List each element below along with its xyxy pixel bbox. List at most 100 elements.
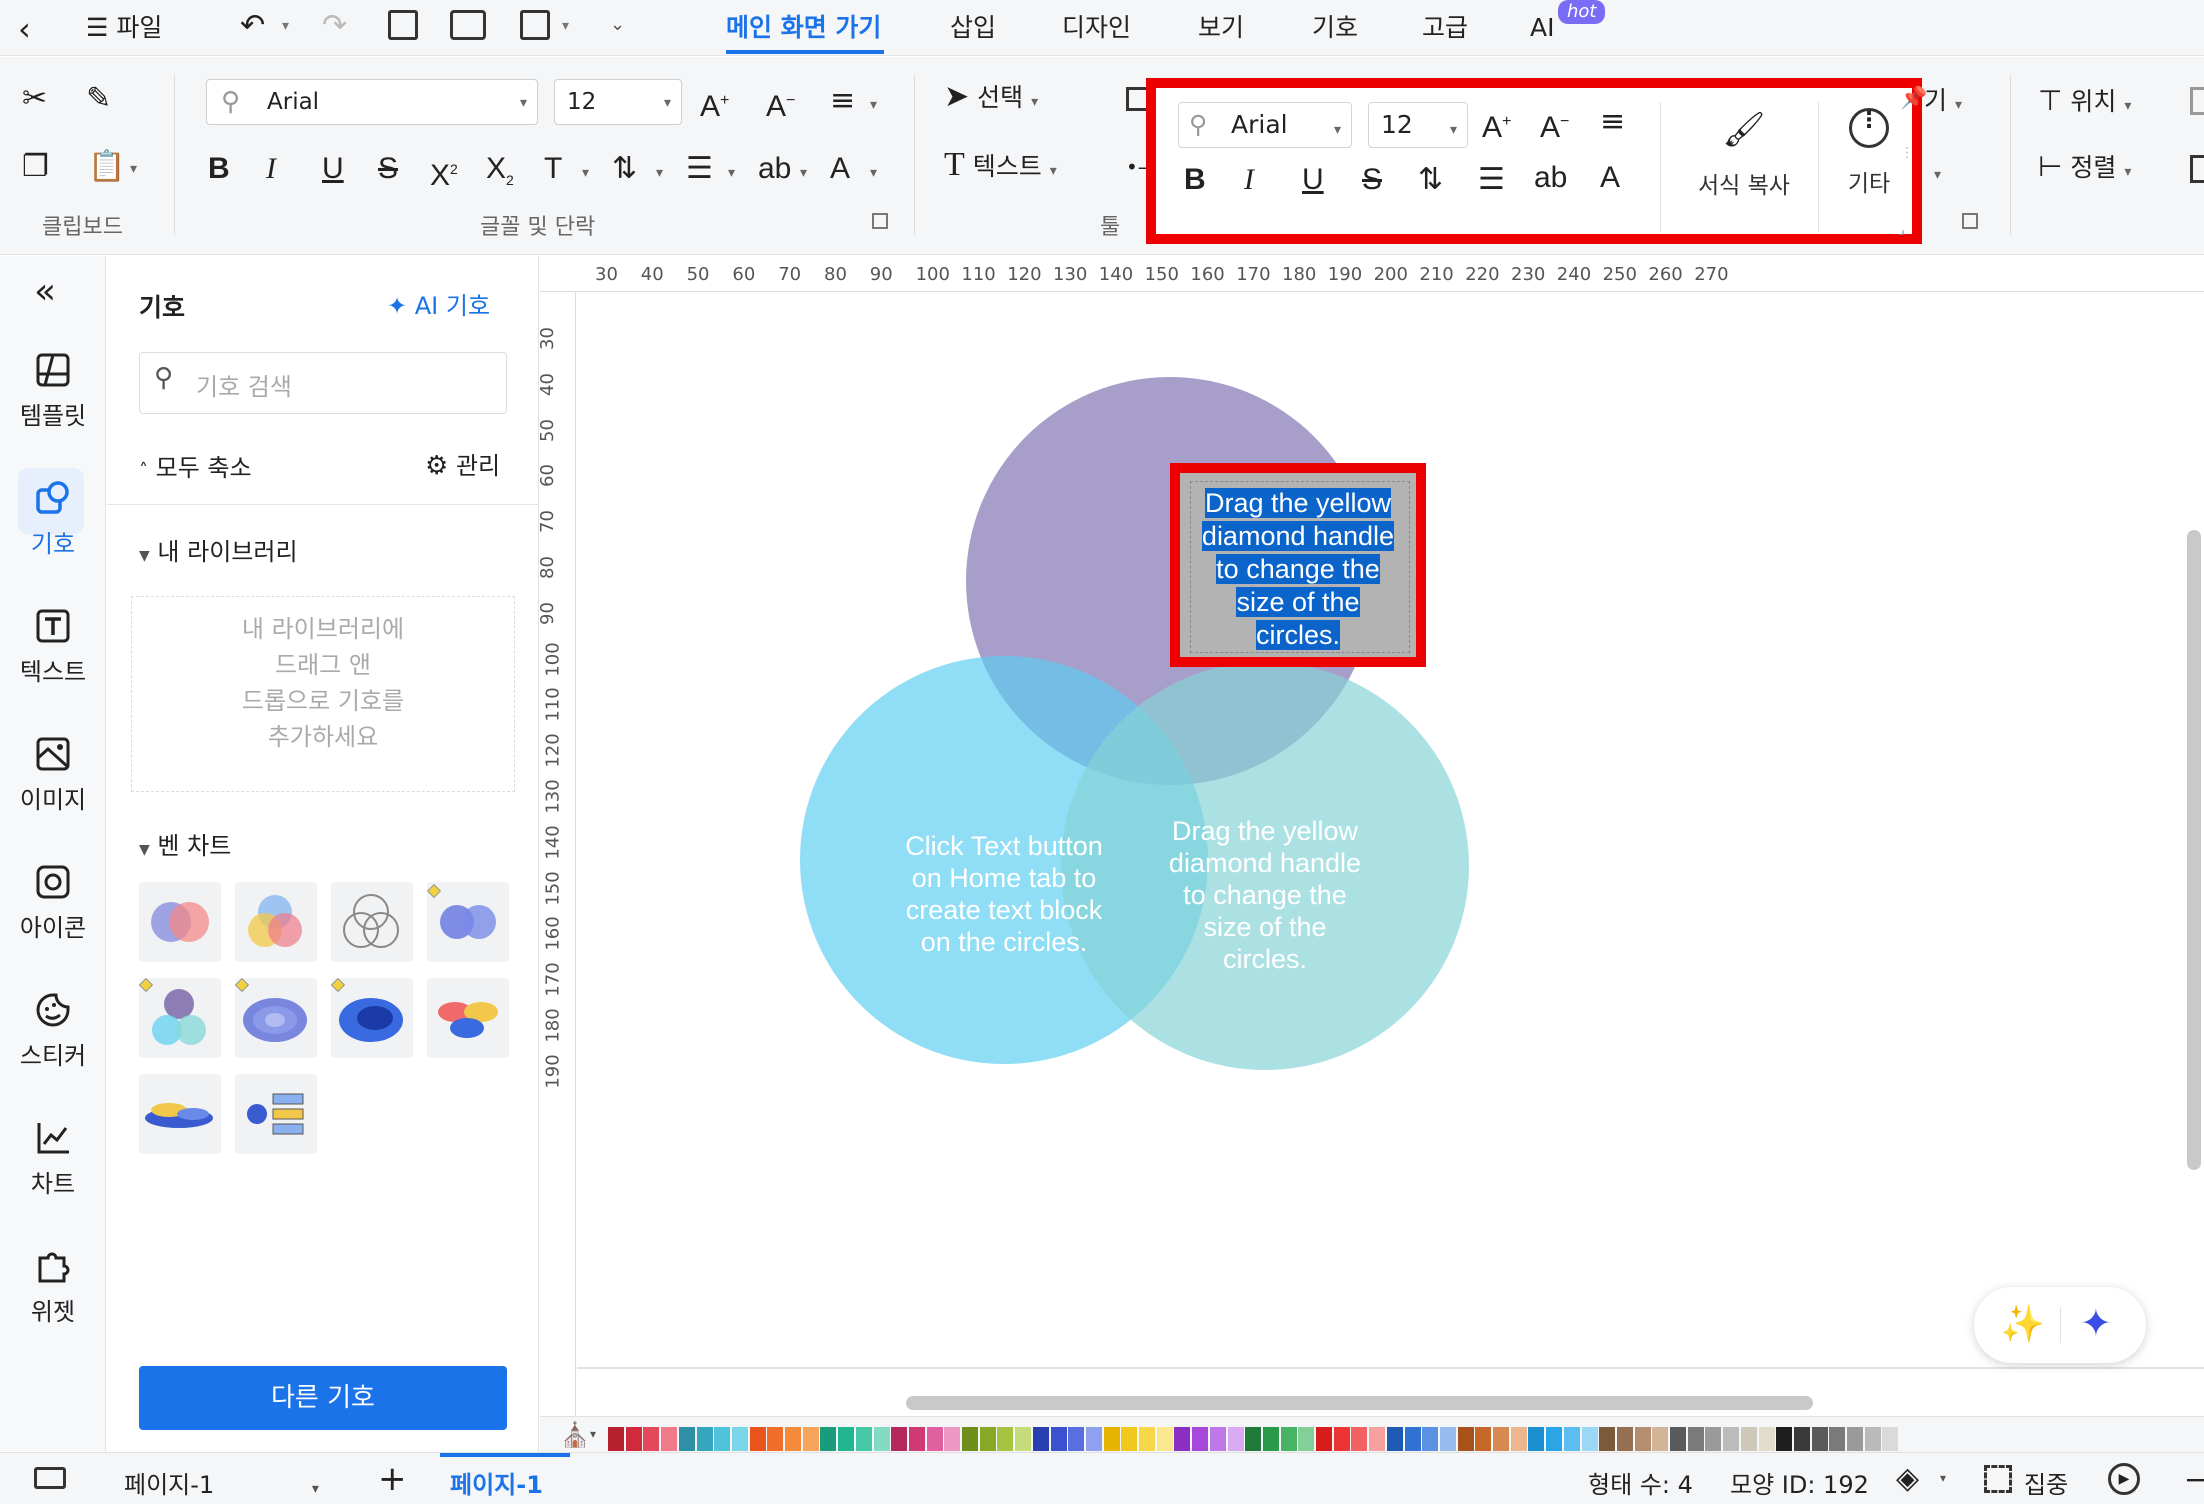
mini-align-icon[interactable]: ≡ [1600, 102, 1625, 142]
text-highlight-icon[interactable]: ab [758, 149, 791, 189]
underline-icon[interactable]: U [322, 149, 344, 189]
drag-handle-icon[interactable]: ⋮ [1900, 146, 1914, 160]
page-tab[interactable]: 페이지-1 [450, 1465, 543, 1500]
color-swatch[interactable] [1847, 1427, 1863, 1451]
color-swatch[interactable] [1811, 1427, 1828, 1451]
library-dropzone[interactable]: 내 라이브러리에 드래그 앤 드롭으로 기호를 추가하세요 [131, 596, 515, 792]
text-style-dropdown-icon[interactable]: ▾ [582, 165, 589, 181]
color-swatch[interactable] [1599, 1427, 1616, 1451]
color-swatch[interactable] [1776, 1427, 1793, 1451]
color-swatch[interactable] [678, 1427, 695, 1451]
export-dropdown-icon[interactable]: ▾ [562, 18, 569, 34]
rail-item-stickers[interactable]: 스티커 [0, 990, 106, 1071]
ai-sparkle-icon[interactable]: ✦ [2080, 1301, 2112, 1345]
color-swatch[interactable] [838, 1427, 855, 1451]
vertical-scrollbar[interactable] [2187, 530, 2201, 1170]
connector-tool-icon[interactable]: •– [1126, 155, 1148, 179]
color-swatch[interactable] [997, 1427, 1014, 1451]
format-painter-icon[interactable]: ✎ [86, 79, 111, 119]
tab-design[interactable]: 디자인 [1062, 8, 1131, 48]
group-icon[interactable] [2190, 87, 2204, 115]
venn-symbol[interactable] [331, 882, 413, 962]
color-swatch[interactable] [1262, 1427, 1279, 1451]
color-swatch[interactable] [749, 1427, 766, 1451]
rail-item-widgets[interactable]: 위젯 [0, 1246, 106, 1327]
undo-dropdown-icon[interactable]: ▾ [282, 18, 289, 34]
font-dialog-launcher-icon[interactable] [872, 213, 888, 229]
venn-symbol[interactable] [427, 882, 509, 962]
file-menu[interactable]: ☰ 파일 [86, 10, 162, 46]
highlight-dropdown-icon[interactable]: ▾ [800, 165, 807, 181]
rail-item-symbols[interactable]: 기호 [0, 478, 106, 559]
venn-symbol[interactable] [427, 978, 509, 1058]
color-swatch[interactable] [962, 1427, 978, 1451]
venn-symbol[interactable] [139, 882, 221, 962]
fill-dropdown-icon[interactable]: ▾ [590, 1427, 596, 1441]
font-size-input[interactable]: 12 [554, 79, 682, 125]
print-icon[interactable] [450, 10, 486, 40]
mini-font-dropdown-icon[interactable]: ▾ [1334, 122, 1341, 138]
venn-symbol[interactable] [235, 978, 317, 1058]
color-swatch[interactable] [1634, 1427, 1651, 1451]
undo-icon[interactable]: ↶ [240, 8, 265, 43]
horizontal-scrollbar[interactable] [906, 1396, 1813, 1410]
focus-icon[interactable] [1984, 1465, 2012, 1493]
paste-dropdown-icon[interactable]: ▾ [130, 161, 137, 177]
color-swatch[interactable] [1457, 1427, 1474, 1451]
drawing-canvas[interactable]: Click Text button on Home tab to create … [577, 293, 2204, 1413]
color-swatch[interactable] [855, 1427, 872, 1451]
color-swatch[interactable] [891, 1427, 908, 1451]
more-symbols-button[interactable]: 다른 기호 [139, 1366, 507, 1430]
color-swatch[interactable] [714, 1427, 731, 1451]
rail-item-text[interactable]: 텍스트 [0, 606, 106, 687]
redo-icon[interactable]: ↷ [322, 8, 347, 43]
pin-icon[interactable]: 📌 [1900, 86, 1927, 111]
bullet-list-icon[interactable]: ☰ [686, 149, 713, 189]
color-swatch[interactable] [1174, 1427, 1191, 1451]
color-swatch[interactable] [1121, 1427, 1138, 1451]
venn-symbol[interactable] [139, 978, 221, 1058]
line-spacing-icon[interactable]: ⇅ [612, 149, 637, 189]
color-swatch[interactable] [1209, 1427, 1226, 1451]
color-swatch[interactable] [696, 1427, 713, 1451]
more-menu-icon[interactable]: ⌄ [610, 14, 625, 35]
color-swatch[interactable] [608, 1427, 624, 1451]
color-swatch[interactable] [1652, 1427, 1669, 1451]
color-swatch[interactable] [661, 1427, 678, 1451]
color-swatch[interactable] [802, 1427, 819, 1451]
layers-dropdown-icon[interactable]: ▾ [1940, 1471, 1946, 1485]
italic-icon[interactable]: I [266, 149, 276, 189]
focus-label[interactable]: 집중 [2024, 1465, 2068, 1500]
color-swatch[interactable] [767, 1427, 784, 1451]
color-swatch[interactable] [926, 1427, 943, 1451]
color-swatch[interactable] [1616, 1427, 1633, 1451]
minus-zoom-icon[interactable]: − [2184, 1463, 2204, 1496]
mini-strikethrough-icon[interactable]: S [1362, 160, 1382, 200]
ungroup-icon[interactable] [2190, 155, 2204, 183]
color-swatch[interactable] [1581, 1427, 1598, 1451]
color-swatch[interactable] [1687, 1427, 1704, 1451]
rail-item-templates[interactable]: 템플릿 [0, 350, 106, 431]
my-library-header[interactable]: ▼ 내 라이브러리 [139, 532, 298, 567]
font-color-icon[interactable]: A [830, 149, 850, 189]
resize-corner-icon[interactable]: ⌟ [1898, 222, 1905, 238]
back-icon[interactable]: ‹ [18, 10, 31, 48]
page-selector[interactable]: 페이지-1 ▾ [124, 1465, 319, 1500]
fill-bucket-icon[interactable]: ⛪ [560, 1421, 590, 1449]
position-button[interactable]: ⊤ 위치 ▾ [2038, 81, 2131, 126]
color-swatch[interactable] [1563, 1427, 1580, 1451]
text-style-icon[interactable]: T [544, 149, 562, 189]
rail-item-icons[interactable]: 아이콘 [0, 862, 106, 943]
tab-ai[interactable]: AI [1530, 8, 1554, 48]
bullet-dropdown-icon[interactable]: ▾ [728, 165, 735, 181]
selected-text[interactable]: Drag the yellow diamond handle to change… [1180, 487, 1416, 652]
mini-size-dropdown-icon[interactable]: ▾ [1450, 122, 1457, 138]
color-swatch[interactable] [1333, 1427, 1350, 1451]
selected-text-box[interactable]: Drag the yellow diamond handle to change… [1170, 463, 1426, 667]
color-swatch[interactable] [908, 1427, 925, 1451]
color-swatch[interactable] [785, 1427, 801, 1451]
mini-increase-font-icon[interactable]: A+ [1482, 102, 1511, 148]
color-swatch[interactable] [1316, 1427, 1332, 1451]
tab-advanced[interactable]: 고급 [1422, 8, 1468, 48]
save-icon[interactable] [388, 10, 418, 40]
